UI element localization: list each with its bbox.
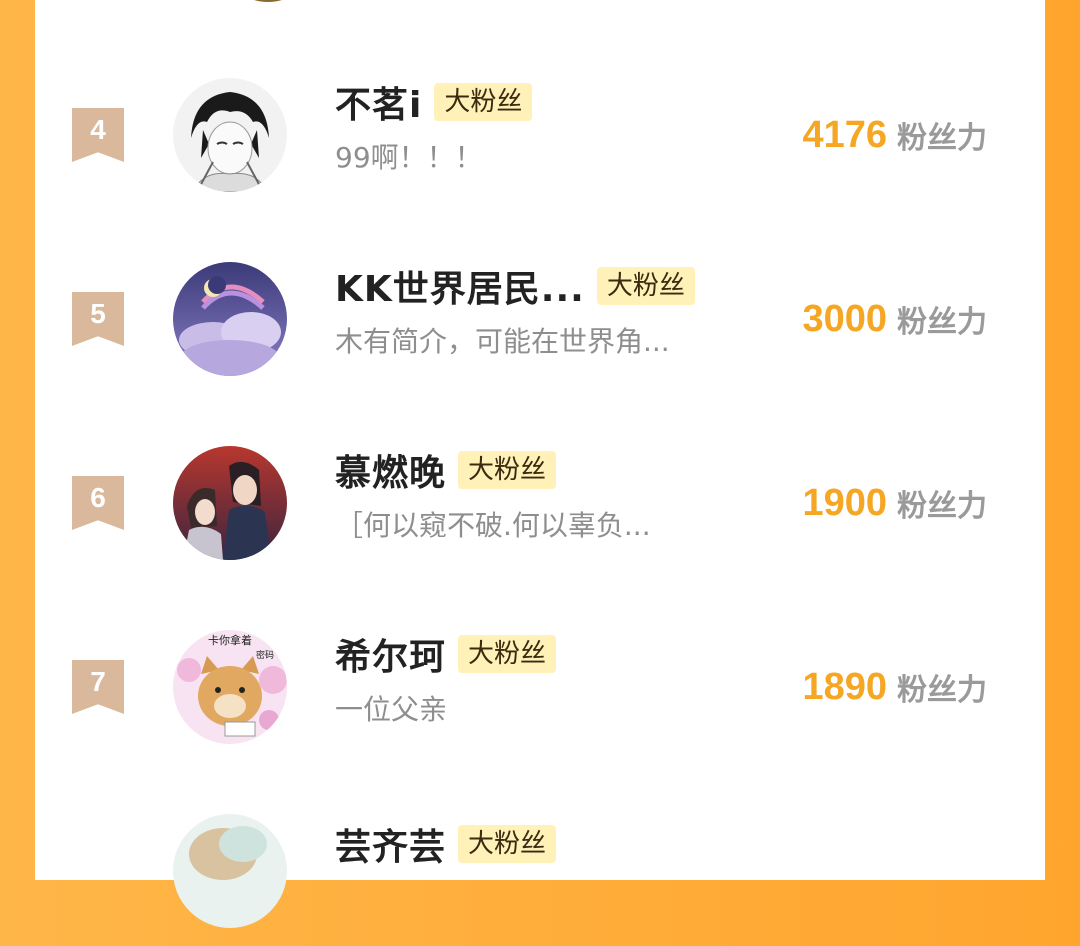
rank-badge: 7 [72, 660, 124, 714]
avatar-caption: 密码 [256, 649, 274, 661]
ranking-row[interactable]: 6 慕燃晚 大粉丝 ［何以窥不破.何以辜负... 1900 粉丝力 [0, 428, 1080, 578]
fan-level-badge: 大粉丝 [458, 635, 557, 673]
fan-power-value: 3000 [802, 297, 887, 340]
user-bio: ［何以窥不破.何以辜负... [335, 509, 651, 542]
avatar[interactable]: 卡你拿着 密码 [173, 630, 287, 744]
ranking-row[interactable]: 5 KK世界居民... 大粉丝 木有简介，可能在世界角... 3000 粉丝力 [0, 244, 1080, 394]
avatar[interactable] [173, 814, 287, 928]
user-bio: 99啊！！！ [335, 141, 483, 174]
ranking-row[interactable]: 7 卡你拿着 密码 希尔珂 大粉丝 一位父亲 1890 粉丝力 [0, 612, 1080, 762]
rank-badge: 6 [72, 476, 124, 530]
fan-power-label: 粉丝力 [897, 121, 987, 156]
user-name[interactable]: 慕燃晚 [335, 444, 446, 496]
name-line: 希尔珂 大粉丝 [335, 628, 557, 680]
rank-badge: 4 [72, 108, 124, 162]
user-name[interactable]: KK世界居民... [335, 260, 585, 312]
name-line: 芸齐芸 大粉丝 [335, 818, 557, 870]
fan-power-label: 粉丝力 [897, 305, 987, 340]
avatar[interactable] [173, 446, 287, 560]
user-bio: 一位父亲 [335, 693, 448, 726]
fan-power-label: 粉丝力 [897, 673, 987, 708]
avatar-caption: 卡你拿着 [208, 633, 252, 647]
user-name[interactable]: 芸齐芸 [335, 818, 446, 870]
name-line: 慕燃晚 大粉丝 [335, 444, 557, 496]
user-name[interactable]: 不茗i [335, 76, 422, 128]
rank-badge: 5 [72, 292, 124, 346]
fan-power: 4176 粉丝力 [802, 111, 987, 159]
fan-level-badge: 大粉丝 [596, 267, 695, 305]
fan-level-badge: 大粉丝 [434, 83, 533, 121]
user-bio: 木有简介，可能在世界角... [335, 325, 670, 358]
name-line: KK世界居民... 大粉丝 [335, 262, 695, 310]
name-line: 不茗i 大粉丝 [335, 76, 533, 128]
fan-power-value: 4176 [802, 113, 887, 156]
avatar[interactable] [173, 262, 287, 376]
fan-power-value: 1890 [802, 665, 887, 708]
avatar[interactable] [173, 78, 287, 192]
fan-power: 1890 粉丝力 [802, 663, 987, 711]
fan-level-badge: 大粉丝 [458, 825, 557, 863]
avatar-rank-3[interactable] [218, 0, 318, 2]
user-name[interactable]: 希尔珂 [335, 628, 446, 680]
fan-power-value: 1900 [802, 481, 887, 524]
fan-power-label: 粉丝力 [897, 489, 987, 524]
ranking-row[interactable]: 4 不茗i 大粉丝 99啊！！！ 4176 粉丝力 [0, 60, 1080, 210]
ranking-row[interactable]: 芸齐芸 大粉丝 [0, 796, 1080, 946]
fan-power: 3000 粉丝力 [802, 295, 987, 343]
fan-power: 1900 粉丝力 [802, 479, 987, 527]
fan-level-badge: 大粉丝 [458, 451, 557, 489]
